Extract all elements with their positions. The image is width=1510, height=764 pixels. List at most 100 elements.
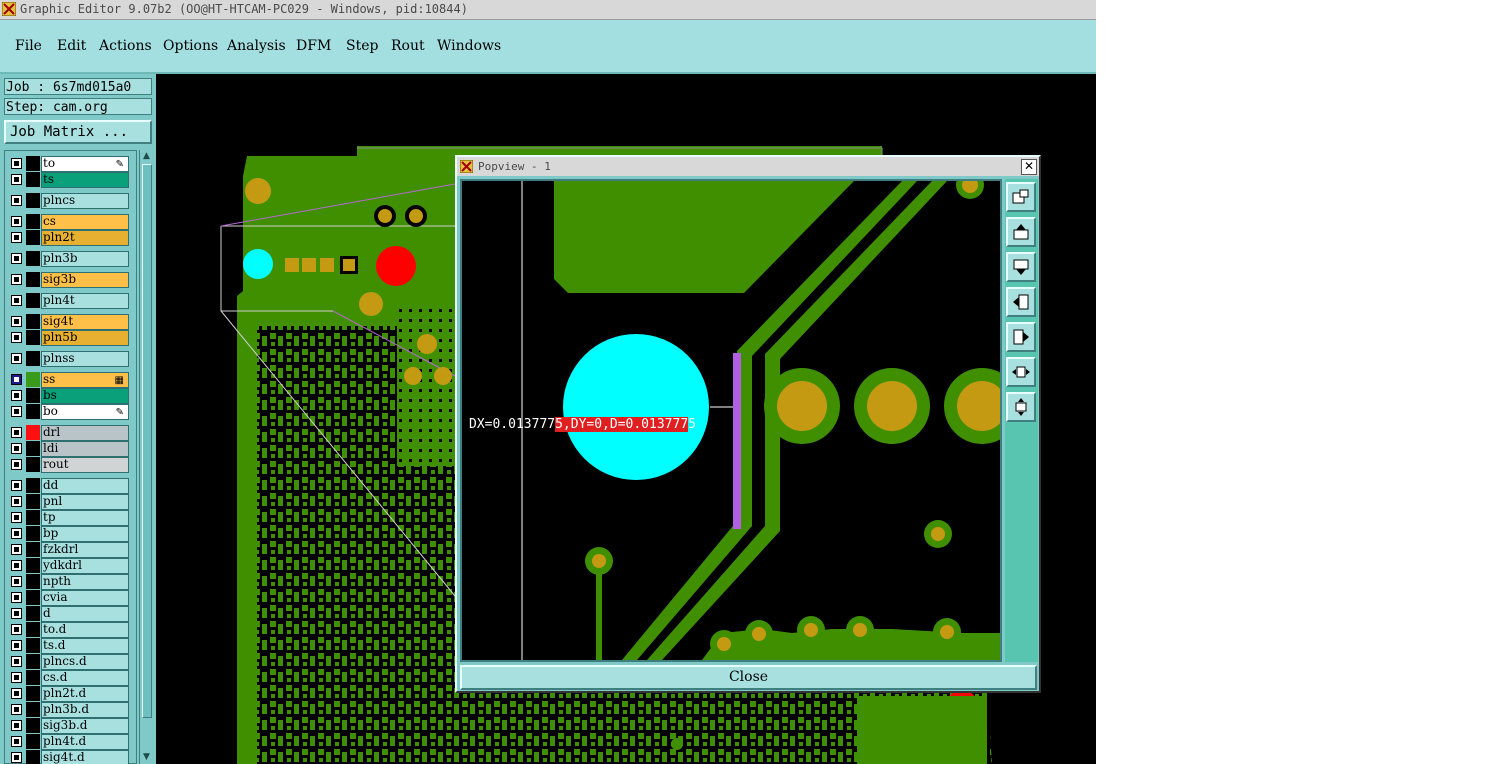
layer-name[interactable]: bo ✎ [41, 404, 129, 420]
layer-color-swatch[interactable] [26, 750, 40, 764]
layer-row-d[interactable]: d [7, 606, 129, 622]
layer-checkbox[interactable] [11, 406, 22, 417]
layer-color-swatch[interactable] [26, 172, 40, 187]
layer-checkbox[interactable] [11, 459, 22, 470]
layer-row-bs[interactable]: bs [7, 388, 129, 404]
layer-row-pln3b[interactable]: pln3b [7, 251, 129, 267]
layer-color-swatch[interactable] [26, 230, 40, 245]
layer-checkbox[interactable] [11, 704, 22, 715]
zoom-window-icon[interactable] [1006, 182, 1036, 212]
layer-row-pln5b[interactable]: pln5b [7, 330, 129, 346]
layer-checkbox[interactable] [11, 174, 22, 185]
layer-name[interactable]: drl [41, 425, 129, 441]
layer-name[interactable]: plncs [41, 193, 129, 209]
menu-windows[interactable]: Windows [437, 38, 501, 54]
layer-row-pln4t[interactable]: pln4t [7, 293, 129, 309]
layer-name[interactable]: sig3b [41, 272, 129, 288]
layer-name[interactable]: rout [41, 457, 129, 473]
fit-horizontal-icon[interactable] [1006, 357, 1036, 387]
layer-row-drl[interactable]: drl [7, 425, 129, 441]
menu-step[interactable]: Step [346, 38, 378, 54]
layer-checkbox[interactable] [11, 195, 22, 206]
popview-graphic[interactable]: DX=0.0137775,DY=0,D=0.0137775 [460, 179, 1002, 662]
layer-name[interactable]: bp [41, 526, 129, 542]
layer-row-cvia[interactable]: cvia [7, 590, 129, 606]
layer-row-sig4t-d[interactable]: sig4t.d [7, 750, 129, 764]
scroll-up-icon[interactable]: ▲ [141, 151, 152, 162]
layer-checkbox[interactable] [11, 274, 22, 285]
layer-checkbox[interactable] [11, 528, 22, 539]
layer-color-swatch[interactable] [26, 293, 40, 308]
layer-name[interactable]: tp [41, 510, 129, 526]
pan-right-icon[interactable] [1006, 322, 1036, 352]
layer-row-pln4t-d[interactable]: pln4t.d [7, 734, 129, 750]
layer-name[interactable]: pln3b.d [41, 702, 129, 718]
layer-color-swatch[interactable] [26, 510, 40, 525]
layer-name[interactable]: cvia [41, 590, 129, 606]
layer-checkbox[interactable] [11, 592, 22, 603]
layer-checkbox[interactable] [11, 443, 22, 454]
layer-row-pln3b-d[interactable]: pln3b.d [7, 702, 129, 718]
layer-checkbox[interactable] [11, 253, 22, 264]
fit-vertical-icon[interactable] [1006, 392, 1036, 422]
layer-row-rout[interactable]: rout [7, 457, 129, 473]
layer-checkbox[interactable] [11, 295, 22, 306]
layer-color-swatch[interactable] [26, 622, 40, 637]
layer-checkbox[interactable] [11, 624, 22, 635]
layer-checkbox[interactable] [11, 720, 22, 731]
layer-name[interactable]: pln5b [41, 330, 129, 346]
layer-checkbox[interactable] [11, 672, 22, 683]
layer-checkbox[interactable] [11, 374, 22, 385]
layer-row-cs[interactable]: cs [7, 214, 129, 230]
layer-row-pln2t-d[interactable]: pln2t.d [7, 686, 129, 702]
layer-name[interactable]: cs [41, 214, 129, 230]
zoom-out-bottom-icon[interactable] [1006, 252, 1036, 282]
layer-checkbox[interactable] [11, 158, 22, 169]
layer-row-sig4t[interactable]: sig4t [7, 314, 129, 330]
layer-row-dd[interactable]: dd [7, 478, 129, 494]
layer-color-swatch[interactable] [26, 351, 40, 366]
layer-name[interactable]: pln4t.d [41, 734, 129, 750]
scroll-thumb[interactable] [142, 164, 152, 718]
layer-row-ldi[interactable]: ldi [7, 441, 129, 457]
layer-row-tp[interactable]: tp [7, 510, 129, 526]
layer-name[interactable]: cs.d [41, 670, 129, 686]
layer-checkbox[interactable] [11, 427, 22, 438]
layer-name[interactable]: ss ▦ [41, 372, 129, 388]
menu-analysis[interactable]: Analysis [227, 38, 286, 54]
layer-color-swatch[interactable] [26, 558, 40, 573]
layer-color-swatch[interactable] [26, 670, 40, 685]
menu-actions[interactable]: Actions [99, 38, 152, 54]
layer-name[interactable]: bs [41, 388, 129, 404]
layer-color-swatch[interactable] [26, 314, 40, 329]
layer-row-plncs[interactable]: plncs [7, 193, 129, 209]
layer-color-swatch[interactable] [26, 251, 40, 266]
layer-row-to[interactable]: to ✎ [7, 156, 129, 172]
layer-name[interactable]: ydkdrl [41, 558, 129, 574]
layer-color-swatch[interactable] [26, 542, 40, 557]
layer-row-sig3b-d[interactable]: sig3b.d [7, 718, 129, 734]
layer-name[interactable]: npth [41, 574, 129, 590]
layer-checkbox[interactable] [11, 608, 22, 619]
layer-checkbox[interactable] [11, 390, 22, 401]
menu-edit[interactable]: Edit [57, 38, 86, 54]
job-matrix-button[interactable]: Job Matrix ... [4, 120, 152, 144]
layer-name[interactable]: pln3b [41, 251, 129, 267]
layer-name[interactable]: pnl [41, 494, 129, 510]
layer-color-swatch[interactable] [26, 441, 40, 456]
layer-name[interactable]: to.d [41, 622, 129, 638]
layer-color-swatch[interactable] [26, 606, 40, 621]
layer-name[interactable]: pln4t [41, 293, 129, 309]
layer-color-swatch[interactable] [26, 718, 40, 733]
layer-row-plnss[interactable]: plnss [7, 351, 129, 367]
menu-dfm[interactable]: DFM [296, 38, 331, 54]
zoom-in-top-icon[interactable] [1006, 217, 1036, 247]
layer-color-swatch[interactable] [26, 590, 40, 605]
layer-color-swatch[interactable] [26, 494, 40, 509]
layer-name[interactable]: pln2t.d [41, 686, 129, 702]
layer-row-fzkdrl[interactable]: fzkdrl [7, 542, 129, 558]
layer-checkbox[interactable] [11, 656, 22, 667]
layer-name[interactable]: sig4t [41, 314, 129, 330]
layer-color-swatch[interactable] [26, 156, 40, 171]
layer-checkbox[interactable] [11, 688, 22, 699]
